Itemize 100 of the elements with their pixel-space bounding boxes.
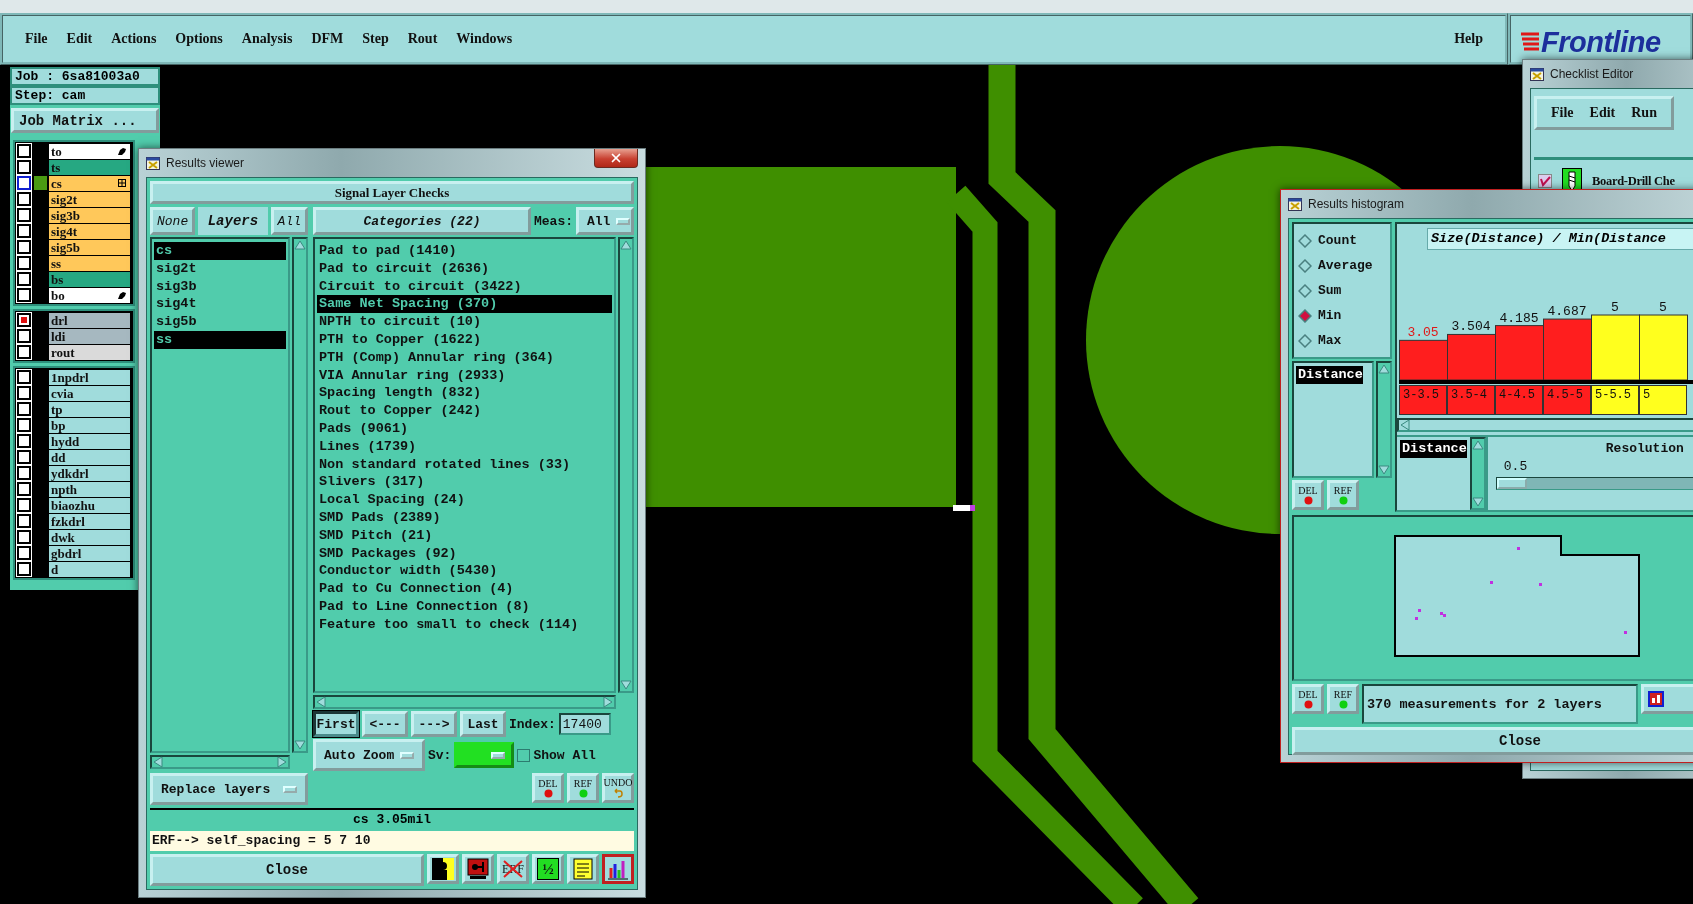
layer-name-cell[interactable]: bp [49,417,130,433]
close-button[interactable]: Close [150,854,424,886]
layer-name-cell[interactable]: dwk [49,529,130,545]
layer-name-cell[interactable]: sig2t [49,191,130,207]
list-item[interactable]: PTH to Copper (1622) [317,331,612,349]
list-item[interactable]: Pads (9061) [317,419,612,438]
list-item[interactable]: Spacing length (832) [317,384,612,403]
meas-dropdown[interactable]: All [576,207,634,235]
layer-name-cell[interactable]: gbdrl [49,545,130,561]
menu-item[interactable]: Step [362,31,389,47]
check-label[interactable]: Board-Drill Che [1592,173,1675,189]
menu-item[interactable]: Analysis [241,31,293,47]
bar-value-label: 4.185 [1499,310,1539,326]
list-item[interactable]: cs [154,242,286,260]
menu-item[interactable]: Options [175,31,223,47]
layer-name-cell[interactable]: 1npdrl [49,369,130,385]
index-field[interactable]: 17400 [558,713,611,735]
list-item[interactable]: sig5b [154,313,286,331]
layer-name-cell[interactable]: cs [49,175,130,191]
menu-item[interactable]: Run [1631,105,1657,121]
list-item[interactable]: Distance [1400,440,1467,458]
list-item[interactable]: sig4t [154,295,286,314]
layer-name-cell[interactable]: tp [49,401,130,417]
ref-button[interactable]: REF [1327,684,1359,714]
list-item[interactable]: Distance [1296,366,1363,384]
layer-name-cell[interactable]: ts [49,159,130,175]
layer-name-cell[interactable]: dd [49,449,130,465]
list-item[interactable]: Pad to circuit (2636) [317,259,612,278]
layer-name-cell[interactable]: to [49,143,130,159]
del-button[interactable]: DEL [1292,684,1324,714]
show-all-label: Show All [533,747,596,763]
list-item[interactable]: Pad to pad (1410) [317,242,612,260]
list-item[interactable]: Pad to Line Connection (8) [317,597,612,616]
list-item[interactable]: Lines (1739) [317,437,612,456]
undo-button[interactable]: UNDO [602,773,634,803]
nav-button[interactable]: Last [460,711,506,737]
list-item[interactable]: SMD Packages (92) [317,544,612,563]
nav-button[interactable]: ---> [411,711,457,737]
list-item[interactable]: sig2t [154,259,286,278]
layers-label: Layers [198,207,268,235]
index-label: Index: [509,716,556,732]
auto-zoom-dropdown[interactable]: Auto Zoom [313,739,425,771]
menu-item[interactable]: Actions [111,31,157,47]
list-item[interactable]: Circuit to circuit (3422) [317,277,612,296]
categories-button[interactable]: Categories (22) [313,207,531,235]
layer-name-cell[interactable]: bo [49,287,130,303]
list-item[interactable]: Conductor width (5430) [317,562,612,581]
list-item[interactable]: sig3b [154,277,286,296]
list-item[interactable]: Slivers (317) [317,473,612,492]
menu-item[interactable]: DFM [311,31,344,47]
layer-name-cell[interactable]: ss [49,255,130,271]
layer-name-cell[interactable]: drl [49,312,130,328]
del-button[interactable]: DEL [532,773,564,803]
nav-button[interactable]: <--- [362,711,408,737]
ref-button[interactable]: REF [1327,480,1359,510]
menu-item[interactable]: Windows [456,31,513,47]
none-button[interactable]: None [150,207,196,235]
layer-name-cell[interactable]: sig5b [49,239,130,255]
list-item[interactable]: PTH (Comp) Annular ring (364) [317,348,612,367]
layer-name-cell[interactable]: fzkdrl [49,513,130,529]
ref-button[interactable]: REF [567,773,599,803]
list-item[interactable]: ss [154,331,286,349]
section-header[interactable]: Signal Layer Checks [150,181,634,204]
list-item[interactable]: SMD Pads (2389) [317,508,612,527]
help-menu[interactable]: Help [1454,31,1483,47]
layer-name-cell[interactable]: npth [49,481,130,497]
list-item[interactable]: NPTH to circuit (10) [317,313,612,331]
layer-name-cell[interactable]: rout [49,344,130,360]
layer-name-cell[interactable]: cvia [49,385,130,401]
list-item[interactable]: Non standard rotated lines (33) [317,455,612,474]
all-button[interactable]: All [270,207,308,235]
list-item[interactable]: Feature too small to check (114) [317,615,612,634]
layer-name-cell[interactable]: bs [49,271,130,287]
layer-name-cell[interactable]: hydd [49,433,130,449]
layer-name-cell[interactable]: ydkdrl [49,465,130,481]
menu-item[interactable]: File [1551,105,1574,121]
list-item[interactable]: Same Net Spacing (370) [317,295,612,314]
radio-label: Count [1318,233,1357,248]
layer-name-cell[interactable]: sig4t [49,223,130,239]
nav-button[interactable]: First [313,711,359,737]
list-item[interactable]: Local Spacing (24) [317,491,612,509]
del-button[interactable]: DEL [1292,480,1324,510]
bin-label: 3-3.5 [1399,385,1447,415]
menu-item[interactable]: File [25,31,48,47]
layer-name-cell[interactable]: ldi [49,328,130,344]
menu-item[interactable]: Edit [1589,105,1616,121]
list-item[interactable]: Rout to Copper (242) [317,402,612,420]
radio-label: Min [1318,308,1342,323]
menu-item[interactable]: Rout [407,31,438,47]
bar-value-label: 5 [1611,300,1619,315]
job-matrix-button[interactable]: Job Matrix ... [11,108,159,133]
layer-name-cell[interactable]: sig3b [49,207,130,223]
replace-layers-dropdown[interactable]: Replace layers [150,773,308,805]
close-button[interactable]: Close [1292,727,1693,755]
list-item[interactable]: SMD Pitch (21) [317,526,612,545]
menu-item[interactable]: Edit [66,31,93,47]
list-item[interactable]: VIA Annular ring (2933) [317,366,612,385]
layer-name-cell[interactable]: biaozhu [49,497,130,513]
list-item[interactable]: Pad to Cu Connection (4) [317,580,612,598]
layer-name-cell[interactable]: d [49,561,130,577]
